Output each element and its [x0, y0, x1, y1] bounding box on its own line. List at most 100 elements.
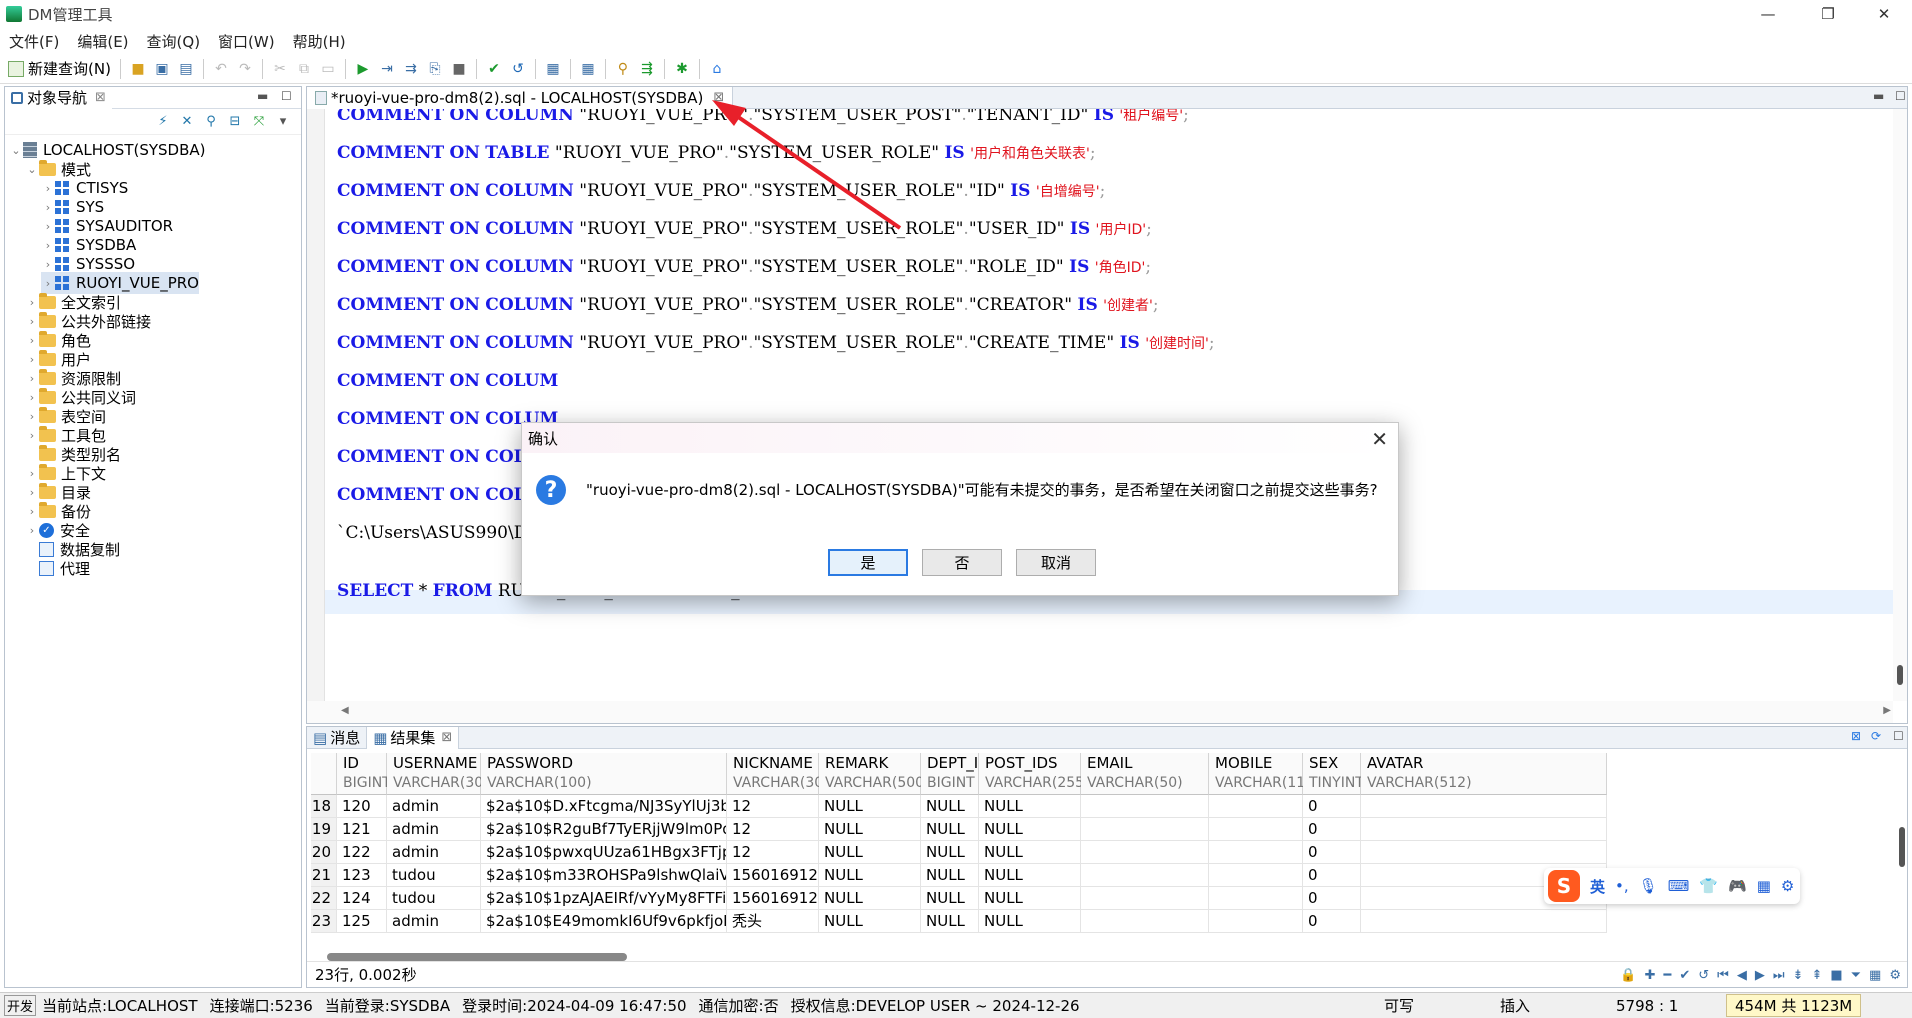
menu-help[interactable]: 帮助(H) [284, 31, 355, 52]
table-cell[interactable]: NULL [921, 818, 979, 841]
menu-window[interactable]: 窗口(W) [209, 31, 284, 52]
close-result-tab-icon[interactable]: ⊠ [441, 730, 452, 745]
collapse-all-icon[interactable]: ⊟ [226, 114, 244, 130]
delete-row-icon[interactable]: ━ [1663, 968, 1671, 983]
results-maximize-icon[interactable]: ☐ [1893, 729, 1904, 743]
table-cell[interactable]: NULL [979, 795, 1081, 818]
table-cell[interactable]: tudou [387, 864, 481, 887]
editor-scroll-thumb[interactable] [1897, 665, 1903, 685]
table-cell[interactable]: 0 [1303, 864, 1361, 887]
chevron-right-icon[interactable]: › [25, 410, 39, 423]
table-cell[interactable]: admin [387, 795, 481, 818]
home-icon[interactable]: ⌂ [707, 59, 727, 79]
collapse-icon[interactable]: ⇞ [1811, 968, 1822, 983]
table-cell[interactable] [1209, 795, 1303, 818]
sync-icon[interactable]: ⟳ [1871, 729, 1881, 743]
table-cell[interactable]: NULL [979, 910, 1081, 933]
ime-mic-icon[interactable]: 🎙 [1639, 877, 1658, 895]
table-cell[interactable]: 0 [1303, 818, 1361, 841]
table-cell[interactable]: 122 [337, 841, 387, 864]
table-cell[interactable] [1361, 910, 1607, 933]
maximize-panel-icon[interactable]: ☐ [281, 89, 292, 103]
chevron-right-icon[interactable]: › [41, 277, 55, 290]
table-cell[interactable] [1361, 795, 1607, 818]
format-icon[interactable]: ▦ [543, 59, 563, 79]
table-cell[interactable]: 0 [1303, 795, 1361, 818]
tab-messages[interactable]: ▤ 消息 [307, 727, 366, 749]
sogou-logo-icon[interactable]: S [1548, 870, 1580, 902]
table-cell[interactable] [1209, 864, 1303, 887]
chevron-right-icon[interactable]: › [41, 258, 55, 271]
chevron-right-icon[interactable]: › [25, 296, 39, 309]
editor-tab-sql[interactable]: *ruoyi-vue-pro-dm8(2).sql - LOCALHOST(SY… [307, 86, 734, 109]
table-cell[interactable]: $2a$10$pwxqUUza61HBgx3FTjp2d.Mc2l [481, 841, 727, 864]
table-cell[interactable]: NULL [979, 841, 1081, 864]
table-cell[interactable]: NULL [819, 818, 921, 841]
open-icon[interactable]: ■ [128, 59, 148, 79]
menu-query[interactable]: 查询(Q) [138, 31, 210, 52]
table-cell[interactable]: 123 [337, 864, 387, 887]
column-header[interactable]: USERNAME VARCHAR(30) [387, 753, 489, 795]
table-cell[interactable] [1209, 887, 1303, 910]
column-header[interactable]: MOBILE VARCHAR(11) [1209, 753, 1311, 795]
table-cell[interactable]: 15601691234 [727, 864, 819, 887]
script-icon[interactable]: ⎘ [425, 59, 445, 79]
editor-horizontal-scrollbar[interactable]: ◀ ▶ [307, 701, 1893, 723]
table-cell[interactable]: admin [387, 910, 481, 933]
column-header[interactable]: EMAIL VARCHAR(50) [1081, 753, 1209, 795]
save-all-icon[interactable]: ▤ [176, 59, 196, 79]
tree-node[interactable]: 代理 [25, 557, 90, 579]
export-icon[interactable]: ▦ [1869, 968, 1881, 983]
table-cell[interactable]: 12 [727, 795, 819, 818]
column-header[interactable]: ID BIGINT [337, 753, 391, 795]
dialog-close-icon[interactable]: ✕ [1371, 427, 1388, 451]
minimize-button[interactable]: — [1740, 0, 1796, 28]
revert-icon[interactable]: ↺ [1698, 968, 1709, 983]
table-cell[interactable]: $2a$10$E49momkI6Uf9v6pkfjoRP.dHzK4 [481, 910, 727, 933]
editor-minimize-icon[interactable]: ▬ [1873, 89, 1884, 103]
stop-icon[interactable]: ■ [449, 59, 469, 79]
calendar-icon[interactable]: ▦ [578, 59, 598, 79]
paste-icon[interactable]: ▭ [318, 59, 338, 79]
column-header[interactable]: AVATAR VARCHAR(512) [1361, 753, 1607, 795]
minimize-panel-icon[interactable]: ▬ [257, 89, 268, 103]
chevron-right-icon[interactable]: › [25, 429, 39, 442]
table-cell[interactable]: NULL [979, 864, 1081, 887]
table-cell[interactable] [1209, 910, 1303, 933]
save-icon[interactable]: ▣ [152, 59, 172, 79]
table-cell[interactable]: 120 [337, 795, 387, 818]
chevron-right-icon[interactable]: › [25, 505, 39, 518]
table-cell[interactable]: NULL [921, 864, 979, 887]
table-cell[interactable]: 0 [1303, 910, 1361, 933]
table-cell[interactable] [1361, 841, 1607, 864]
scroll-right-icon[interactable]: ▶ [1883, 705, 1891, 716]
object-navigator-tab[interactable]: 对象导航 ⊠ [5, 86, 112, 109]
pin-icon[interactable]: ⊠ [1851, 729, 1861, 743]
table-cell[interactable] [1081, 795, 1209, 818]
table-cell[interactable] [1081, 818, 1209, 841]
chevron-right-icon[interactable]: › [25, 315, 39, 328]
column-header[interactable]: NICKNAME VARCHAR(30) [727, 753, 829, 795]
first-page-icon[interactable]: ⏮ [1717, 968, 1729, 983]
maximize-button[interactable]: ❐ [1800, 0, 1856, 28]
ime-settings-icon[interactable]: ⚙ [1781, 877, 1794, 895]
search-objects-icon[interactable]: ⚲ [613, 59, 633, 79]
ime-punctuation-icon[interactable]: •, [1615, 877, 1629, 895]
chevron-right-icon[interactable]: › [25, 353, 39, 366]
grid-vscroll-thumb[interactable] [1899, 827, 1905, 867]
table-cell[interactable]: 12 [727, 818, 819, 841]
ime-keyboard-icon[interactable]: ⌨ [1668, 877, 1690, 895]
column-header[interactable]: DEPT_ID BIGINT [921, 753, 990, 795]
chevron-right-icon[interactable]: › [41, 201, 55, 214]
code-area[interactable]: COMMENT ON COLUMN "RUOYI_VUE_PRO"."SYSTE… [307, 109, 1893, 701]
cut-icon[interactable]: ✂ [270, 59, 290, 79]
chevron-right-icon[interactable]: › [25, 467, 39, 480]
no-button[interactable]: 否 [922, 549, 1002, 576]
table-cell[interactable]: NULL [819, 910, 921, 933]
table-cell[interactable]: 0 [1303, 887, 1361, 910]
table-cell[interactable] [1081, 910, 1209, 933]
table-cell[interactable]: NULL [979, 818, 1081, 841]
debug-icon[interactable]: ✱ [672, 59, 692, 79]
next-page-icon[interactable]: ▶ [1755, 968, 1765, 983]
editor-vertical-scrollbar[interactable] [1893, 109, 1907, 701]
